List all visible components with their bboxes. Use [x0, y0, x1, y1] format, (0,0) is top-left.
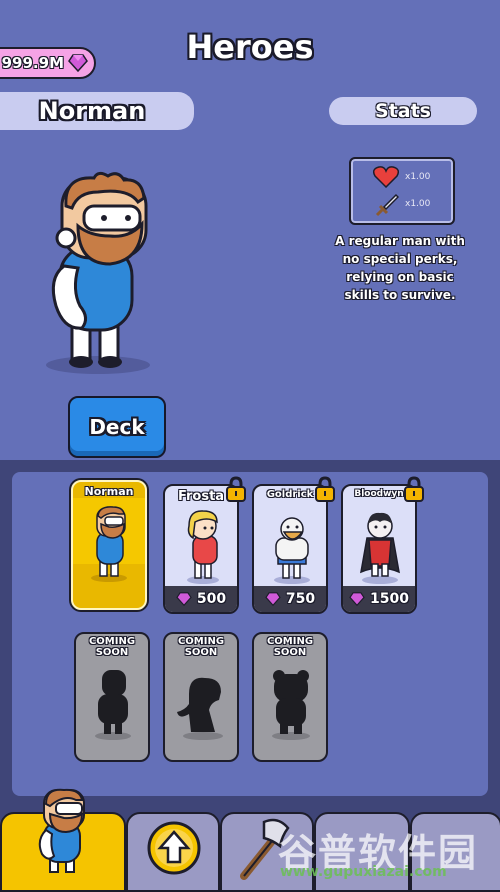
hero-card-bloodwyn[interactable]: Bloodwyn 1500 [341, 484, 417, 614]
silhouette-icon [95, 670, 131, 740]
nav-tab-upgrade[interactable] [126, 812, 220, 892]
currency-value: 999.9M [1, 54, 64, 72]
heart-icon [373, 166, 399, 188]
stats-panel: x1.00 x1.00 [349, 157, 455, 225]
hero-card-frosta[interactable]: Frosta 500 [163, 484, 239, 614]
frosta-figure [187, 510, 219, 584]
gem-icon [349, 592, 365, 606]
silhouette-icon [177, 677, 223, 740]
coming-soon-card-2: COMING SOON [163, 632, 239, 762]
gem-icon [176, 592, 192, 606]
sword-icon [375, 193, 399, 217]
hero-description: A regular man with no special perks, rel… [335, 234, 465, 302]
coming-soon-label: COMING SOON [177, 636, 225, 658]
coming-soon-label: COMING SOON [266, 636, 314, 658]
norman-figure [91, 506, 127, 582]
hero-card-price: 750 [254, 586, 326, 612]
coming-soon-card-3: COMING SOON [252, 632, 328, 762]
lock-icon [404, 476, 424, 502]
lock-icon [315, 476, 335, 502]
stats-tab[interactable]: Stats [329, 97, 477, 125]
hero-portrait-norman [46, 171, 150, 374]
coming-soon-label: COMING SOON [88, 636, 136, 658]
bloodwyn-figure [360, 512, 400, 584]
deck-button[interactable]: Deck [68, 396, 166, 458]
currency-display[interactable]: 999.9M [0, 47, 96, 79]
gem-icon [68, 54, 88, 72]
lock-icon [226, 476, 246, 502]
hero-card-norman[interactable]: Norman [71, 480, 147, 610]
gem-icon [265, 592, 281, 606]
hero-name-label: Norman [0, 92, 194, 130]
attack-multiplier: x1.00 [405, 199, 431, 209]
goldrick-figure [274, 517, 310, 584]
hero-card-price: 500 [165, 586, 237, 612]
watermark-url: www.gupuxiazai.com [280, 864, 447, 880]
hero-card-name: Norman [84, 485, 134, 498]
hero-card-goldrick[interactable]: Goldrick 750 [252, 484, 328, 614]
coming-soon-card-1: COMING SOON [74, 632, 150, 762]
nav-tab-heroes[interactable] [0, 788, 126, 892]
hero-avatar-icon [38, 788, 85, 873]
up-arrow-icon [147, 821, 201, 875]
hero-card-price: 1500 [343, 586, 415, 612]
silhouette-icon [272, 670, 310, 740]
hero-card-grid: Norman Frosta 500 Goldrick 750 Bloodwyn … [12, 472, 488, 796]
health-multiplier: x1.00 [405, 172, 431, 182]
